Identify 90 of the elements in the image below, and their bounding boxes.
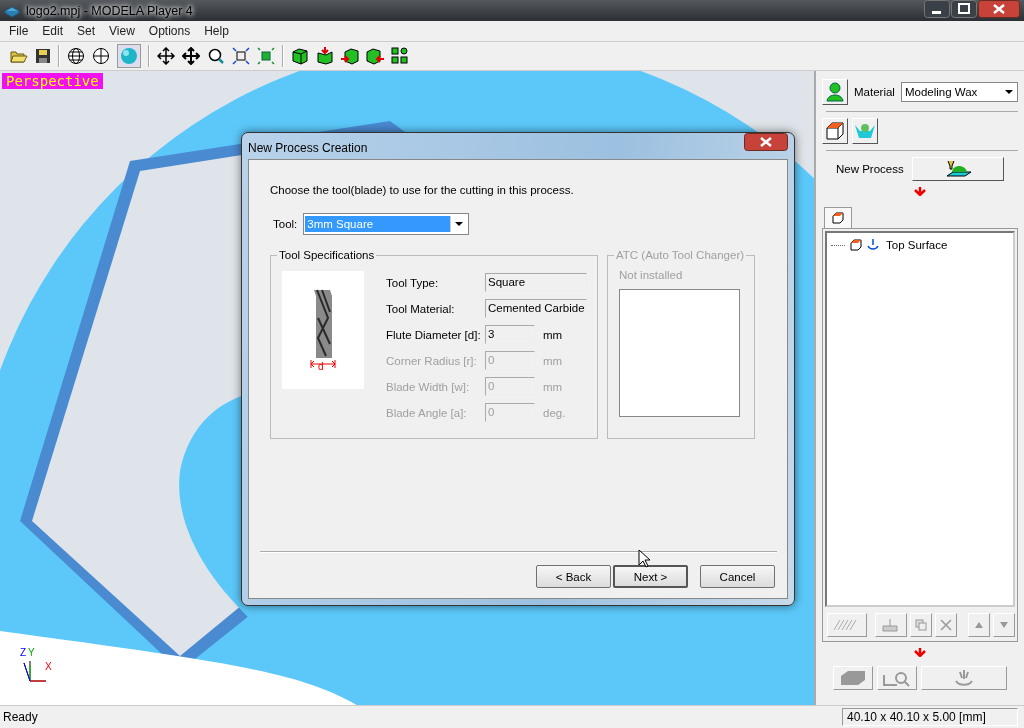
down-arrow-icon (914, 186, 926, 196)
save-icon[interactable] (35, 48, 51, 64)
material-button[interactable] (852, 118, 878, 144)
menu-item[interactable]: View (102, 24, 142, 38)
window-title: logo2.mpj - MODELA Player 4 (26, 3, 193, 18)
person-icon (826, 82, 844, 102)
cube-icon[interactable] (291, 47, 309, 65)
spec-field[interactable]: Square (485, 273, 587, 292)
spec-label: Blade Width [w]: (386, 380, 471, 393)
open-folder-icon[interactable] (10, 48, 28, 64)
menu-item[interactable]: Edit (35, 24, 71, 38)
spec-label: Flute Diameter [d]: (386, 328, 482, 341)
stock-button[interactable] (833, 666, 873, 690)
group-title: Tool Specifications (278, 249, 376, 261)
unit-label: deg. (543, 406, 566, 419)
cutting-icon (954, 669, 974, 687)
diameter-label: d (318, 361, 324, 372)
menu-item[interactable]: Set (70, 24, 103, 38)
new-process-label: New Process (836, 163, 904, 175)
grid-icon[interactable] (391, 47, 409, 65)
unit-label: mm (543, 354, 563, 367)
copy-icon (915, 619, 927, 631)
block-icon (840, 670, 866, 686)
operator-button[interactable] (822, 79, 848, 105)
new-process-button[interactable] (911, 157, 1004, 181)
process-button[interactable] (875, 613, 907, 637)
rotate-icon[interactable] (157, 47, 175, 65)
move-icon[interactable] (182, 47, 200, 65)
down-arrow-icon (914, 647, 926, 657)
cube-left-arrow-icon[interactable] (366, 47, 384, 65)
preview-button[interactable] (877, 666, 917, 690)
cube-right-arrow-icon[interactable] (341, 47, 359, 65)
toolpath-button[interactable] (827, 613, 867, 637)
globe-icon[interactable] (67, 47, 85, 65)
up-triangle-icon (975, 622, 983, 628)
fit-view-icon[interactable] (232, 47, 250, 65)
delete-button[interactable] (935, 613, 957, 637)
axis-label: Y (28, 648, 35, 658)
tree-item[interactable]: Top Surface (884, 239, 950, 251)
instruction-text: Choose the tool(blade) to use for the cutting in this process. (270, 184, 575, 196)
status-text: Ready (3, 710, 38, 724)
unit-label: mm (543, 380, 563, 393)
tool-list-box[interactable] (619, 289, 740, 417)
menu-item[interactable]: Options (141, 24, 198, 38)
unit-label: mm (543, 328, 563, 341)
menu-item[interactable]: Help (197, 24, 236, 38)
surface-check-icon (882, 618, 900, 632)
tree-tab[interactable] (824, 207, 852, 228)
magnifier-icon (883, 669, 911, 687)
axis-label: Z (20, 648, 27, 658)
cube-icon (825, 121, 845, 141)
material-label: Material (854, 86, 895, 98)
cross-icon (940, 619, 952, 631)
mouse-cursor-icon (638, 549, 650, 568)
view-label: Perspective (2, 73, 103, 89)
cube-icon (850, 239, 862, 251)
spec-label: Tool Type: (386, 276, 440, 289)
maximize-icon[interactable] (951, 0, 977, 18)
spec-label: Corner Radius [r]: (386, 354, 478, 367)
model-button[interactable] (822, 118, 848, 144)
surface-cut-icon (867, 239, 879, 251)
group-title: ATC (Auto Tool Changer) (615, 249, 746, 261)
dialog-title: New Process Creation (248, 141, 368, 155)
atc-status: Not installed (619, 269, 684, 281)
spec-label: Blade Angle [a]: (386, 406, 468, 419)
spec-field[interactable]: 3 (485, 325, 535, 344)
spec-field[interactable]: Cemented Carbide (485, 299, 587, 318)
cube-icon (832, 212, 844, 224)
dialog-button[interactable]: Cancel (700, 565, 775, 588)
dialog-button[interactable]: Next > (613, 565, 688, 588)
bowl-icon (854, 121, 876, 141)
minimize-icon[interactable] (924, 0, 950, 18)
zoom-icon[interactable] (207, 47, 225, 65)
crosshair-icon[interactable] (92, 47, 110, 65)
axis-label: X (45, 662, 52, 672)
fit-object-icon[interactable] (257, 47, 275, 65)
dimensions-readout: 40.10 x 40.10 x 5.00 [mm] (842, 708, 1018, 726)
dialog-button[interactable]: < Back (536, 565, 611, 588)
down-triangle-icon (1000, 622, 1008, 628)
cut-button[interactable] (921, 666, 1007, 690)
move-up-button[interactable] (968, 613, 990, 637)
move-down-button[interactable] (993, 613, 1015, 637)
spec-label: Tool Material: (386, 302, 456, 315)
tool-label: Tool: (273, 218, 298, 230)
cube-down-arrow-icon[interactable] (316, 47, 334, 65)
material-dropdown[interactable]: Modeling Wax (900, 82, 1018, 102)
copy-button[interactable] (910, 613, 932, 637)
menu-item[interactable]: File (2, 24, 36, 38)
close-icon[interactable] (744, 133, 788, 151)
close-icon[interactable] (978, 0, 1020, 18)
